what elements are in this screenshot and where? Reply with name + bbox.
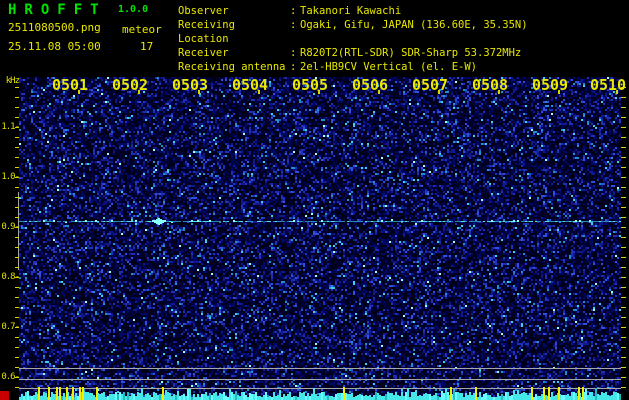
station-info: Observer : Takanori Kawachi Receiving Lo… xyxy=(178,4,528,74)
alert-marker xyxy=(0,391,9,400)
station-separator: : xyxy=(290,5,297,17)
station-row-location: Receiving Location : Ogaki, Gifu, JAPAN … xyxy=(178,18,528,46)
time-label: 0504 xyxy=(231,76,269,94)
time-label: 0510 xyxy=(589,76,627,94)
station-label: Receiver xyxy=(178,47,229,59)
station-row-observer: Observer : Takanori Kawachi xyxy=(178,4,528,18)
station-label: Receiving Location xyxy=(178,19,235,45)
time-label: 0508 xyxy=(471,76,509,94)
time-label: 0502 xyxy=(111,76,149,94)
station-value: 2el-HB9CV Vertical (el. E-W) xyxy=(300,61,478,73)
time-label: 0509 xyxy=(531,76,569,94)
freq-tick-label: 0.9- xyxy=(1,222,20,232)
frequency-unit-label: kHz xyxy=(5,76,20,86)
hrofft-screen: HROFFT 1.0.0 2511080500.png meteor 25.11… xyxy=(0,0,629,400)
freq-tick-label: 1.1- xyxy=(1,122,20,132)
time-label: 0505 xyxy=(291,76,329,94)
observation-mode: meteor xyxy=(122,23,162,36)
station-value: Takanori Kawachi xyxy=(300,5,402,17)
freq-tick-label: 0.6- xyxy=(1,372,20,382)
station-row-receiver: Receiver : R820T2(RTL-SDR) SDR-Sharp 53.… xyxy=(178,46,528,60)
output-filename: 2511080500.png xyxy=(8,21,101,34)
observation-datetime: 25.11.08 05:00 xyxy=(8,40,101,53)
app-version: 1.0.0 xyxy=(118,4,149,15)
station-value: Ogaki, Gifu, JAPAN (136.60E, 35.35N) xyxy=(300,19,528,31)
station-separator: : xyxy=(290,61,297,73)
station-separator: : xyxy=(290,47,297,59)
freq-tick-label: 0.7- xyxy=(1,322,20,332)
time-label: 0507 xyxy=(411,76,449,94)
station-value: R820T2(RTL-SDR) SDR-Sharp 53.372MHz xyxy=(300,47,522,59)
time-label: 0506 xyxy=(351,76,389,94)
time-label: 0501 xyxy=(51,76,89,94)
freq-tick-label: 0.8- xyxy=(1,272,20,282)
time-label: 0503 xyxy=(171,76,209,94)
station-row-antenna: Receiving antenna : 2el-HB9CV Vertical (… xyxy=(178,60,528,74)
spectrogram-canvas xyxy=(0,75,629,400)
station-separator: : xyxy=(290,19,297,31)
freq-tick-label: 1.0- xyxy=(1,172,20,182)
header: HROFFT 1.0.0 2511080500.png meteor 25.11… xyxy=(0,0,629,75)
app-title: HROFFT xyxy=(8,2,107,18)
station-label: Observer xyxy=(178,5,229,17)
station-label: Receiving antenna xyxy=(178,61,286,73)
echo-count: 17 xyxy=(140,40,154,53)
